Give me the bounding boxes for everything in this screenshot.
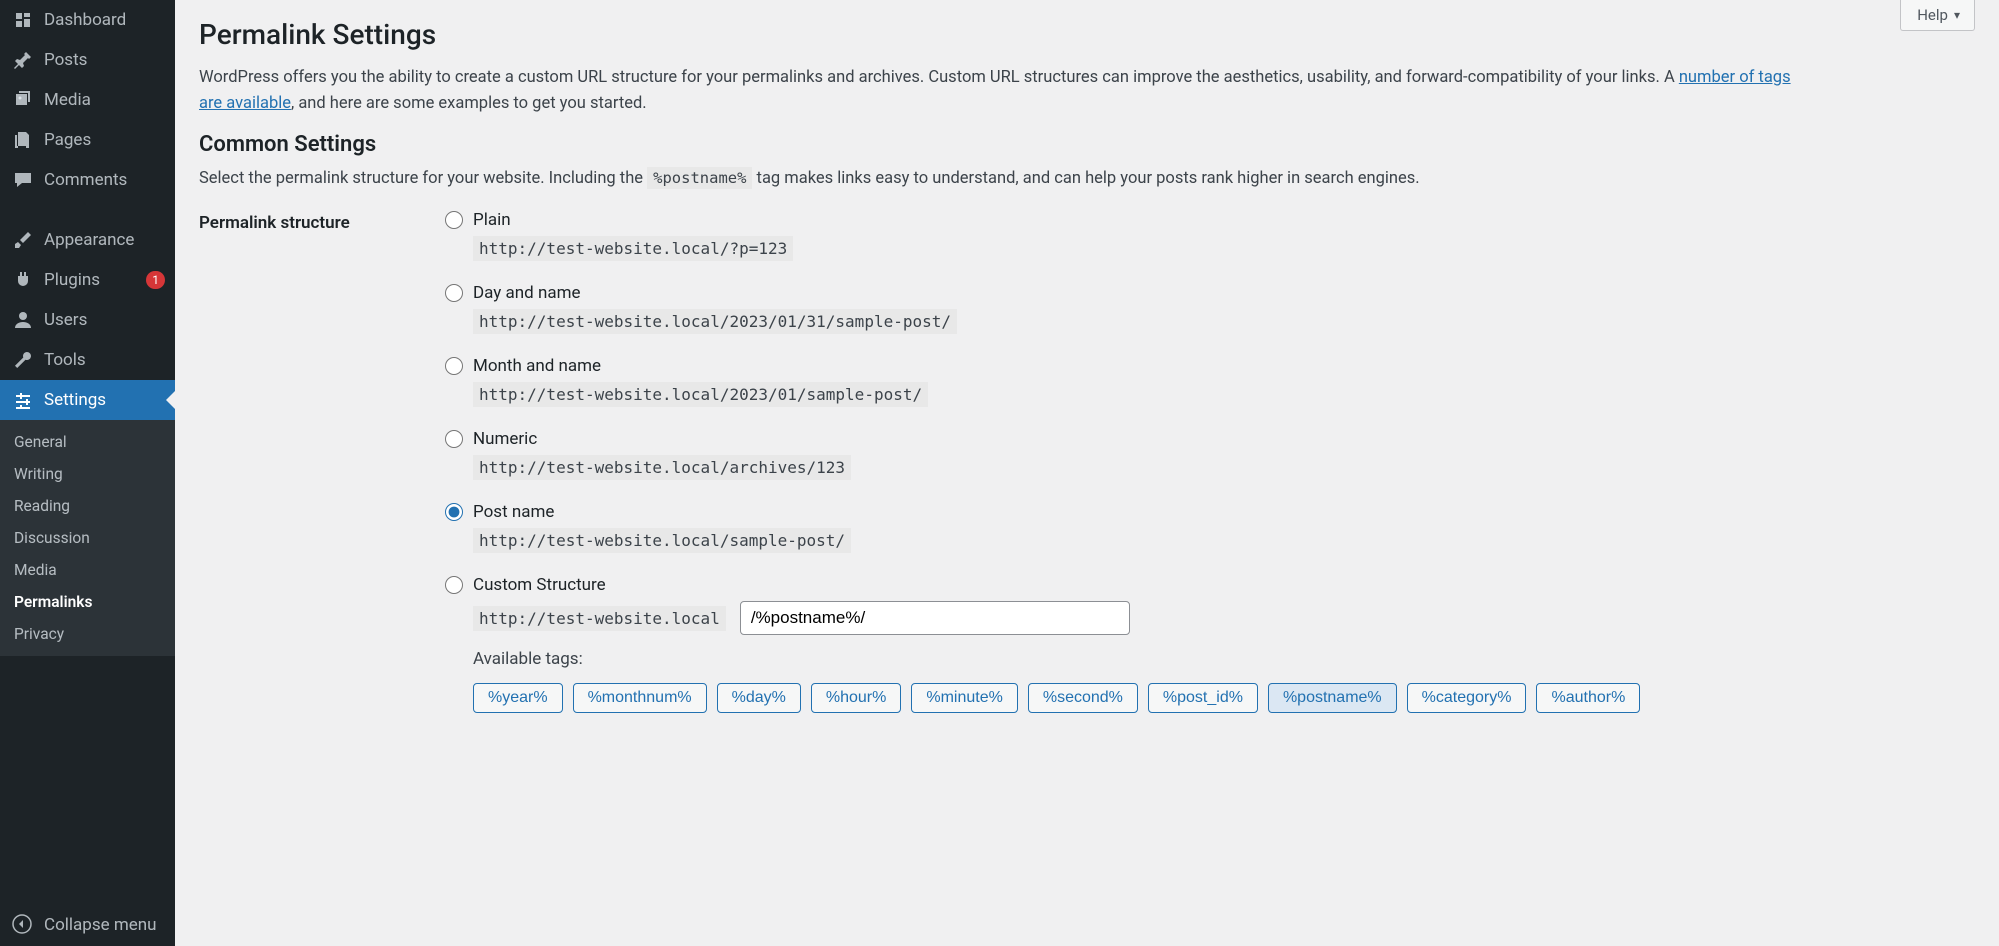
sidebar-item-label: Dashboard <box>44 10 165 30</box>
sidebar-item-label: Comments <box>44 170 165 190</box>
common-settings-heading: Common Settings <box>199 132 1975 157</box>
sidebar-item-media[interactable]: Media <box>0 80 175 120</box>
available-tags-label: Available tags: <box>473 649 1975 669</box>
radio-day-name-input[interactable] <box>445 284 463 302</box>
permalink-structure-row: Permalink structure Plain http://test-we… <box>199 210 1975 713</box>
tag-category[interactable]: %category% <box>1407 683 1527 713</box>
media-icon <box>12 89 34 111</box>
pages-icon <box>12 129 34 151</box>
submenu-media[interactable]: Media <box>0 554 175 586</box>
radio-label: Post name <box>473 502 554 522</box>
radio-numeric[interactable]: Numeric <box>445 429 1975 449</box>
tag-monthnum[interactable]: %monthnum% <box>573 683 707 713</box>
dashboard-icon <box>12 9 34 31</box>
radio-custom-input[interactable] <box>445 576 463 594</box>
tag-postname[interactable]: %postname% <box>1268 683 1397 713</box>
sidebar-item-settings[interactable]: Settings <box>0 380 175 420</box>
collapse-label: Collapse menu <box>44 915 157 935</box>
example-numeric: http://test-website.local/archives/123 <box>473 455 851 480</box>
tag-year[interactable]: %year% <box>473 683 563 713</box>
radio-post-name[interactable]: Post name <box>445 502 1975 522</box>
settings-submenu: General Writing Reading Discussion Media… <box>0 420 175 656</box>
postname-tag-code: %postname% <box>647 167 752 189</box>
submenu-discussion[interactable]: Discussion <box>0 522 175 554</box>
example-day-name: http://test-website.local/2023/01/31/sam… <box>473 309 957 334</box>
submenu-general[interactable]: General <box>0 426 175 458</box>
sidebar-item-label: Appearance <box>44 230 165 250</box>
intro-paragraph: WordPress offers you the ability to crea… <box>199 65 1799 116</box>
sidebar-item-dashboard[interactable]: Dashboard <box>0 0 175 40</box>
submenu-permalinks[interactable]: Permalinks <box>0 586 175 618</box>
submenu-privacy[interactable]: Privacy <box>0 618 175 650</box>
update-count-badge: 1 <box>146 271 165 289</box>
user-icon <box>12 309 34 331</box>
example-month-name: http://test-website.local/2023/01/sample… <box>473 382 928 407</box>
sidebar-item-plugins[interactable]: Plugins 1 <box>0 260 175 300</box>
sidebar-item-label: Pages <box>44 130 165 150</box>
sliders-icon <box>12 389 34 411</box>
page-title: Permalink Settings <box>199 18 1975 51</box>
example-post-name: http://test-website.local/sample-post/ <box>473 528 851 553</box>
collapse-menu-button[interactable]: Collapse menu <box>0 904 175 946</box>
radio-month-and-name[interactable]: Month and name <box>445 356 1975 376</box>
radio-label: Numeric <box>473 429 537 449</box>
sidebar-item-label: Settings <box>44 390 166 410</box>
sidebar-item-users[interactable]: Users <box>0 300 175 340</box>
custom-base-url: http://test-website.local <box>473 606 726 631</box>
tag-second[interactable]: %second% <box>1028 683 1138 713</box>
tag-hour[interactable]: %hour% <box>811 683 901 713</box>
radio-label: Plain <box>473 210 511 230</box>
tag-day[interactable]: %day% <box>717 683 801 713</box>
admin-sidebar: Dashboard Posts Media Pages Comments <box>0 0 175 946</box>
sidebar-item-label: Tools <box>44 350 165 370</box>
permalink-structure-label: Permalink structure <box>199 210 445 713</box>
radio-plain[interactable]: Plain <box>445 210 1975 230</box>
available-tags-list: %year% %monthnum% %day% %hour% %minute% … <box>473 683 1975 713</box>
radio-label: Month and name <box>473 356 601 376</box>
radio-month-name-input[interactable] <box>445 357 463 375</box>
radio-post-name-input[interactable] <box>445 503 463 521</box>
wrench-icon <box>12 349 34 371</box>
sidebar-item-label: Media <box>44 90 165 110</box>
example-plain: http://test-website.local/?p=123 <box>473 236 793 261</box>
radio-label: Day and name <box>473 283 581 303</box>
radio-plain-input[interactable] <box>445 211 463 229</box>
sidebar-item-label: Plugins <box>44 270 140 290</box>
tag-minute[interactable]: %minute% <box>911 683 1017 713</box>
sidebar-item-posts[interactable]: Posts <box>0 40 175 80</box>
sidebar-item-label: Users <box>44 310 165 330</box>
plug-icon <box>12 269 34 291</box>
submenu-writing[interactable]: Writing <box>0 458 175 490</box>
radio-label: Custom Structure <box>473 575 606 595</box>
tag-post-id[interactable]: %post_id% <box>1148 683 1258 713</box>
custom-structure-input[interactable] <box>740 601 1130 635</box>
sidebar-item-label: Posts <box>44 50 165 70</box>
radio-custom-structure[interactable]: Custom Structure <box>445 575 1975 595</box>
common-settings-description: Select the permalink structure for your … <box>199 169 1975 188</box>
radio-numeric-input[interactable] <box>445 430 463 448</box>
help-tab[interactable]: Help <box>1900 0 1975 31</box>
pin-icon <box>12 49 34 71</box>
sidebar-item-pages[interactable]: Pages <box>0 120 175 160</box>
submenu-reading[interactable]: Reading <box>0 490 175 522</box>
sidebar-item-tools[interactable]: Tools <box>0 340 175 380</box>
comment-icon <box>12 169 34 191</box>
sidebar-item-comments[interactable]: Comments <box>0 160 175 200</box>
sidebar-item-appearance[interactable]: Appearance <box>0 220 175 260</box>
content-area: Help Permalink Settings WordPress offers… <box>175 0 1999 946</box>
brush-icon <box>12 229 34 251</box>
tag-author[interactable]: %author% <box>1536 683 1640 713</box>
collapse-icon <box>12 914 34 936</box>
radio-day-and-name[interactable]: Day and name <box>445 283 1975 303</box>
